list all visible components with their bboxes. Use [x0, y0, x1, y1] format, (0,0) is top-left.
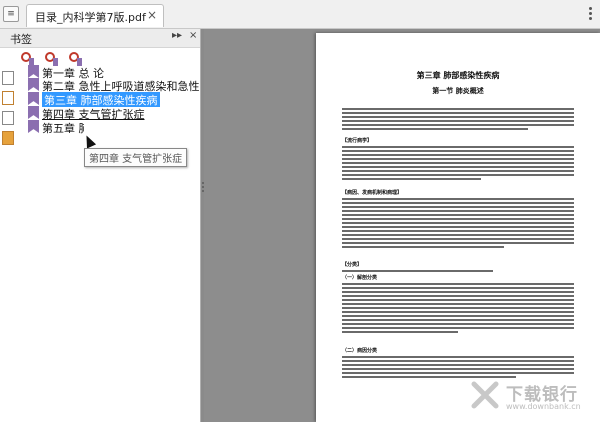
body-paragraph [342, 144, 574, 182]
bookmark-panel: 书签 ▸▸ × 第一章 总 论 第二章 急性上呼吸道感染和急性气管-支气管炎 第… [0, 29, 201, 422]
bookmark-tooltip: 第四章 支气管扩张症 [84, 148, 188, 167]
section-heading: （二）病因分类 [342, 348, 378, 354]
tab-title: 目录_内科学第7版.pdf [35, 11, 146, 24]
annotation-icon[interactable] [2, 131, 14, 145]
tab-close-icon[interactable]: × [147, 8, 157, 22]
sidebar-toggle-button[interactable]: ≡ [3, 6, 19, 22]
body-paragraph [342, 106, 574, 132]
body-paragraph [342, 196, 574, 250]
bookmark-view-icon[interactable] [2, 91, 14, 105]
attachment-icon[interactable] [2, 111, 14, 125]
chapter-title: 第三章 肺部感染性疾病 [416, 70, 500, 80]
side-tools-strip [0, 69, 18, 149]
section-heading: （一）解剖分类 [342, 275, 378, 281]
watermark: 下载银行 www.downbank.cn [470, 378, 598, 418]
watermark-logo-icon [471, 381, 499, 409]
bookmark-label: 第五章 肺 [42, 122, 84, 135]
more-options-icon[interactable] [568, 3, 598, 25]
bookmark-panel-title: 书签 [10, 33, 32, 46]
section-title: 第一节 肺炎概述 [432, 86, 484, 95]
section-heading: 【分类】 [342, 262, 363, 268]
bookmark-panel-header: 书签 ▸▸ × [0, 29, 200, 48]
bookmark-flag-icon [28, 106, 39, 119]
page-thumbnail-icon[interactable] [2, 71, 14, 85]
close-panel-icon[interactable]: × [189, 30, 197, 41]
bookmark-item[interactable]: 第五章 肺 [26, 119, 84, 135]
document-tab[interactable]: 目录_内科学第7版.pdf × [26, 4, 164, 27]
body-paragraph [342, 281, 574, 335]
pdf-page[interactable]: 第三章 肺部感染性疾病 第一节 肺炎概述 【流行病学】 【病因、发病机制和病理】… [316, 33, 600, 422]
watermark-url: www.downbank.cn [506, 402, 581, 411]
collapse-panel-icon[interactable]: ▸▸ [172, 30, 182, 41]
bookmark-flag-icon [28, 120, 39, 133]
mouse-cursor [81, 133, 97, 149]
body-paragraph [342, 354, 574, 380]
section-heading: 【流行病学】 [342, 138, 373, 144]
bookmark-flag-icon [28, 92, 39, 105]
tab-bar: ≡ 目录_内科学第7版.pdf × [0, 0, 600, 29]
bookmark-flag-icon [28, 78, 39, 91]
section-heading: 【病因、发病机制和病理】 [342, 190, 403, 196]
